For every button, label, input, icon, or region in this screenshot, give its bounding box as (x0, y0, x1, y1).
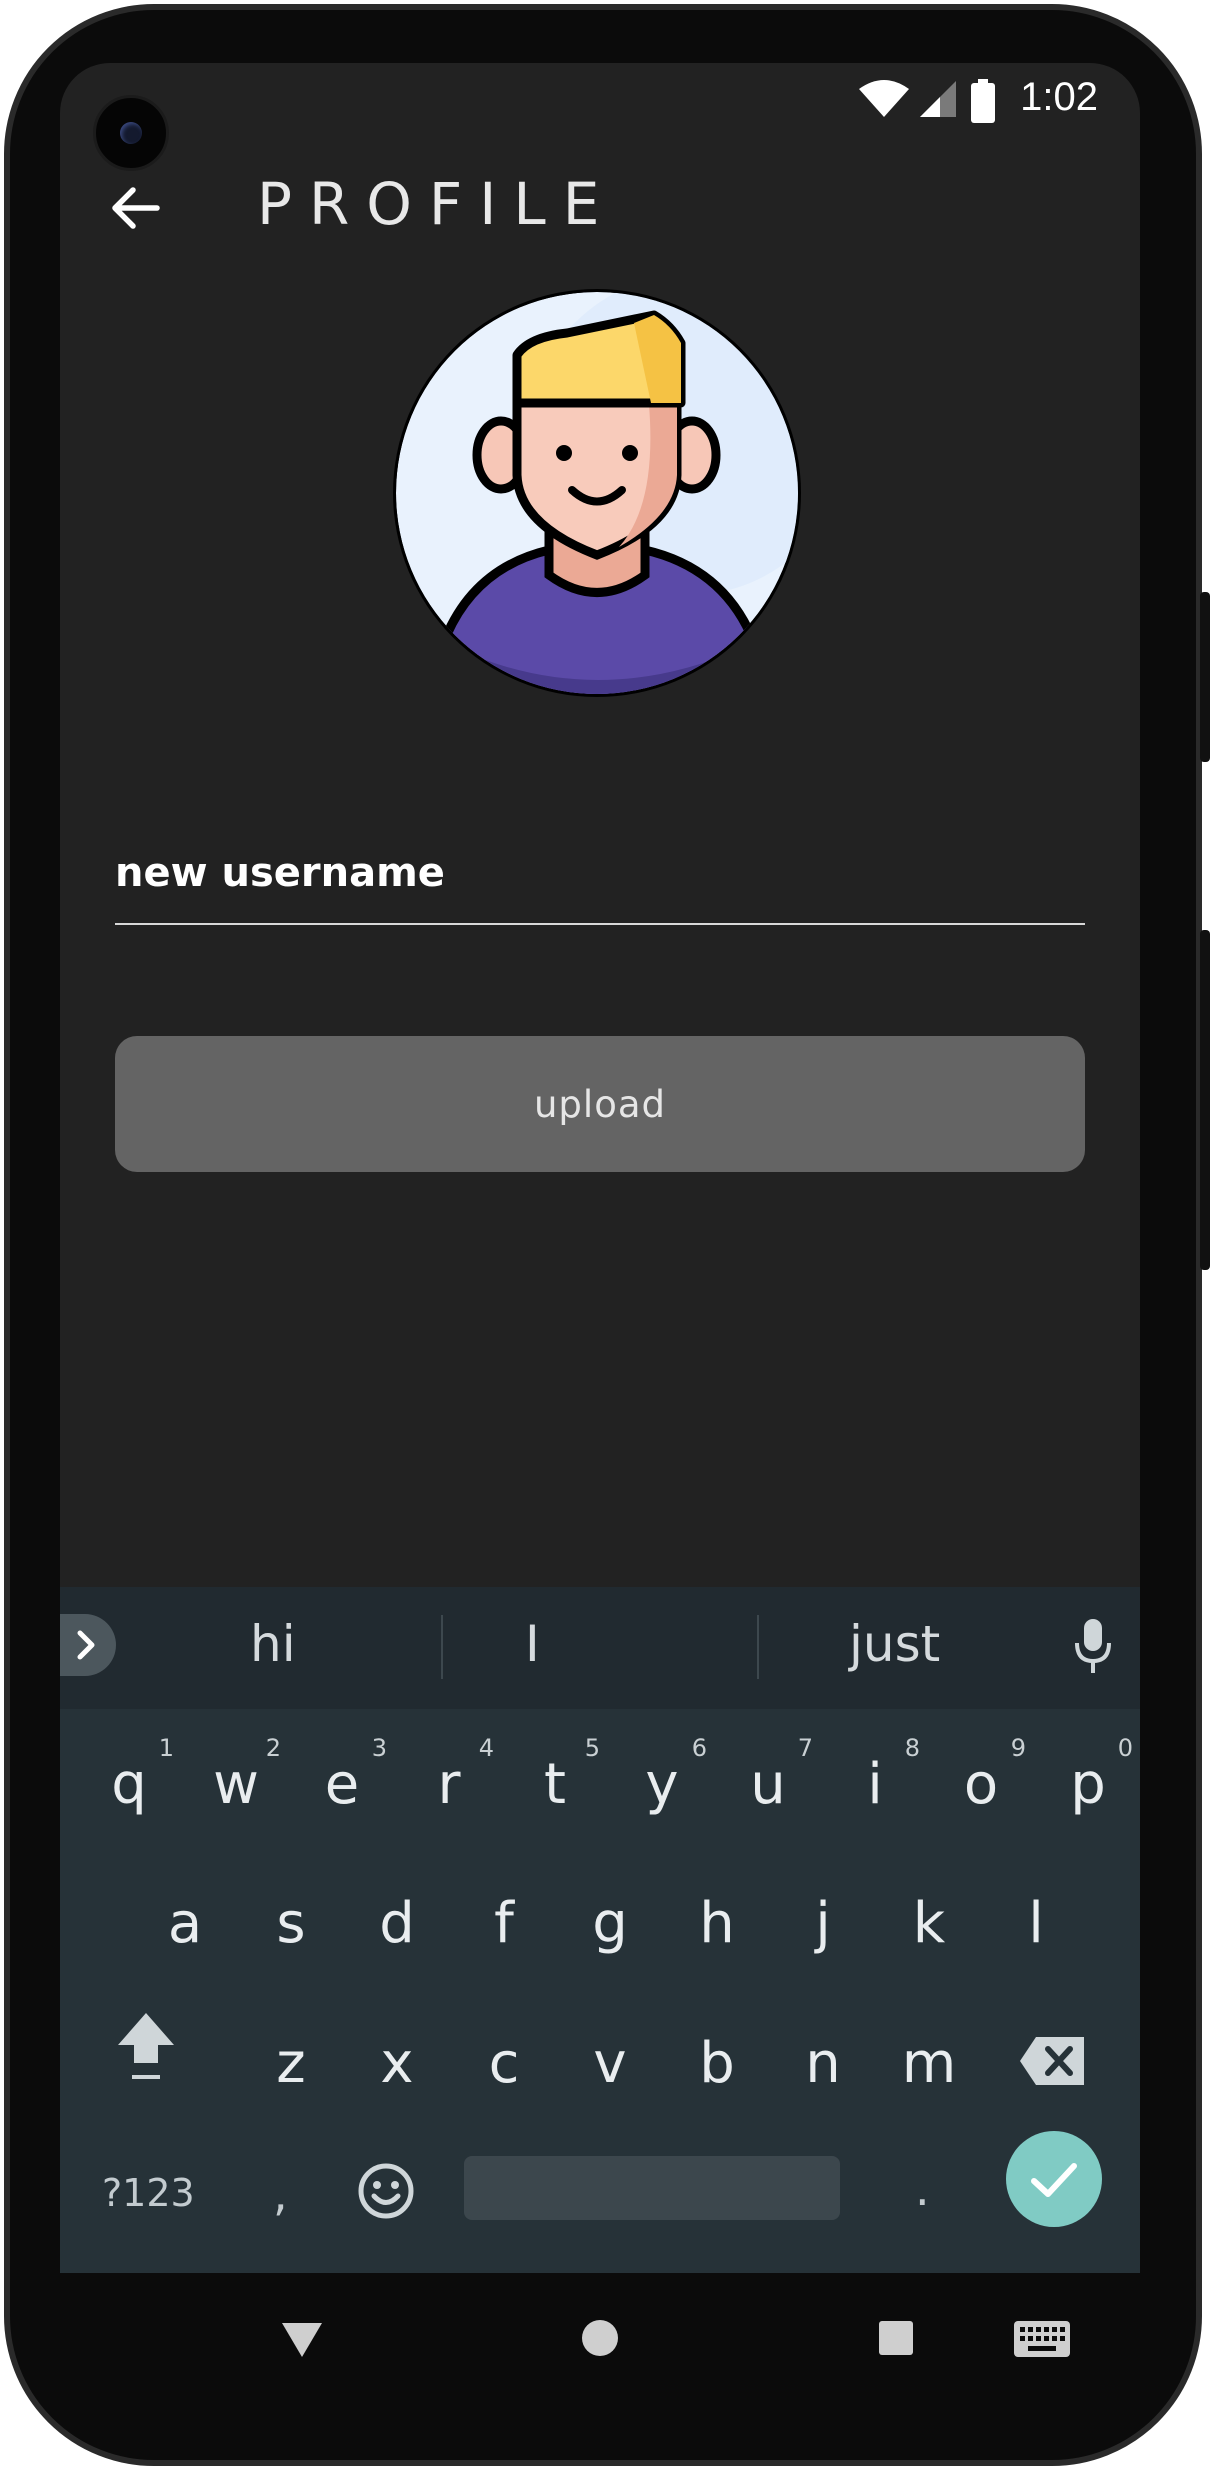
arrow-left-icon[interactable] (105, 178, 165, 238)
key-m[interactable]: m (884, 2031, 974, 2096)
front-camera (93, 95, 169, 171)
key-f[interactable]: f (459, 1891, 549, 1956)
backspace-icon[interactable] (1018, 2035, 1088, 2087)
suggestion-1[interactable]: hi (250, 1615, 296, 1673)
key-p[interactable]: p0 (1043, 1734, 1133, 1817)
status-bar: 1:02 (60, 63, 1140, 138)
key-j[interactable]: j (778, 1891, 868, 1956)
key-x[interactable]: x (352, 2031, 442, 2096)
expand-toolbar-button[interactable] (60, 1614, 116, 1676)
key-comma[interactable]: , (273, 2167, 288, 2221)
key-u[interactable]: u7 (723, 1734, 813, 1817)
key-w[interactable]: w2 (191, 1734, 281, 1817)
page-title: PROFILE (257, 170, 617, 238)
key-d[interactable]: d (352, 1891, 442, 1956)
screen: 1:02 PROFILE new username upload hi I ju… (60, 63, 1140, 2273)
key-b[interactable]: b (672, 2031, 762, 2096)
upload-button[interactable]: upload (115, 1036, 1085, 1172)
power-button (1200, 592, 1210, 762)
key-q[interactable]: q1 (84, 1734, 174, 1817)
status-time: 1:02 (1020, 75, 1098, 119)
back-triangle-icon[interactable] (280, 2319, 324, 2359)
microphone-icon[interactable] (1072, 1615, 1114, 1677)
keyboard: hi I just q1 w2 e3 r4 t5 y6 u7 i8 o9 p0 … (60, 1587, 1140, 2273)
key-k[interactable]: k (884, 1891, 974, 1956)
key-period[interactable]: . (915, 2162, 930, 2216)
key-h[interactable]: h (672, 1891, 762, 1956)
spacebar[interactable] (464, 2156, 840, 2220)
keyboard-icon[interactable] (1013, 2320, 1071, 2358)
upload-label: upload (533, 1082, 666, 1126)
key-o[interactable]: o9 (936, 1734, 1026, 1817)
key-z[interactable]: z (246, 2031, 336, 2096)
key-n[interactable]: n (778, 2031, 868, 2096)
key-s[interactable]: s (246, 1891, 336, 1956)
key-l[interactable]: l (991, 1891, 1081, 1956)
key-e[interactable]: e3 (297, 1734, 387, 1817)
username-value: new username (115, 850, 445, 896)
key-v[interactable]: v (565, 2031, 655, 2096)
navigation-bar (60, 2273, 1140, 2403)
key-a[interactable]: a (140, 1891, 230, 1956)
key-y[interactable]: y6 (617, 1734, 707, 1817)
suggestion-divider (757, 1615, 759, 1679)
symbols-key[interactable]: ?123 (102, 2171, 195, 2215)
battery-icon (971, 79, 995, 123)
recents-square-icon[interactable] (878, 2320, 914, 2356)
suggestion-2[interactable]: I (525, 1615, 540, 1673)
checkmark-icon (1031, 2163, 1077, 2197)
chevron-right-icon (77, 1630, 95, 1660)
wifi-icon (859, 80, 909, 117)
key-t[interactable]: t5 (510, 1734, 600, 1817)
key-c[interactable]: c (459, 2031, 549, 2096)
key-i[interactable]: i8 (830, 1734, 920, 1817)
key-g[interactable]: g (565, 1891, 655, 1956)
avatar-icon[interactable] (389, 285, 805, 701)
enter-button[interactable] (1006, 2131, 1102, 2227)
volume-button (1200, 930, 1210, 1270)
key-r[interactable]: r4 (404, 1734, 494, 1817)
emoji-icon[interactable] (356, 2161, 416, 2221)
suggestion-divider (441, 1615, 443, 1679)
username-field[interactable]: new username (115, 833, 1085, 925)
suggestion-bar: hi I just (60, 1587, 1140, 1709)
home-circle-icon[interactable] (580, 2318, 620, 2358)
suggestion-3[interactable]: just (849, 1615, 940, 1673)
shift-icon[interactable] (112, 2007, 180, 2087)
signal-icon (920, 81, 956, 117)
